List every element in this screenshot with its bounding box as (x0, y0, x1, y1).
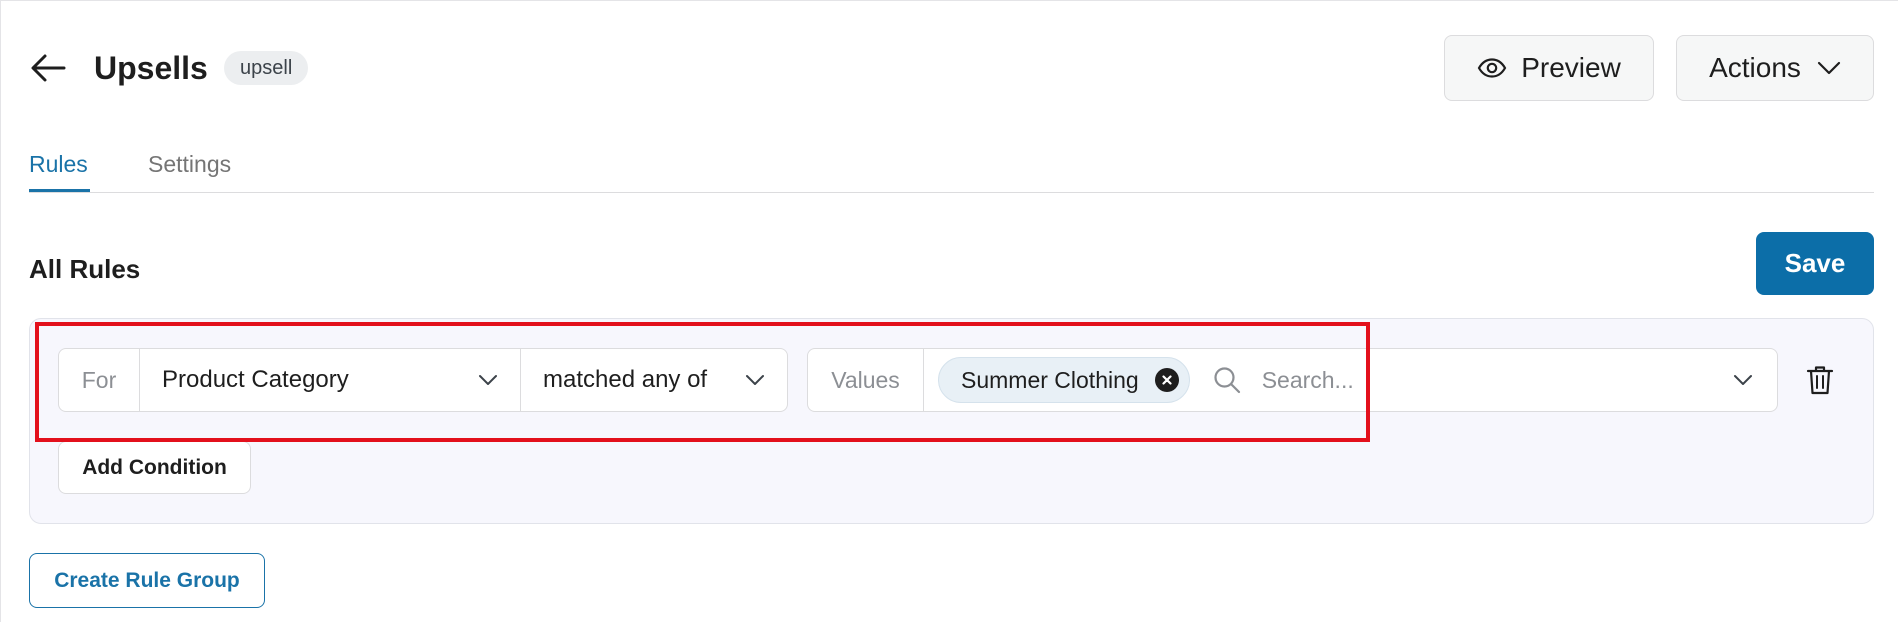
section-title: All Rules (29, 254, 141, 284)
chevron-down-icon (746, 375, 764, 385)
search-icon (1212, 365, 1242, 395)
close-circle-icon[interactable] (1154, 368, 1179, 392)
chevron-down-icon (479, 375, 497, 385)
preview-button[interactable]: Preview (1444, 35, 1654, 101)
actions-dropdown[interactable]: Actions (1676, 35, 1874, 101)
create-rule-group-button[interactable]: Create Rule Group (29, 553, 265, 608)
condition-for-label: For (59, 349, 140, 411)
value-chip-label: Summer Clothing (961, 366, 1139, 393)
condition-operator-value: matched any of (543, 366, 708, 393)
condition-operator-select[interactable]: matched any of (521, 349, 787, 411)
top-border (0, 0, 1898, 1)
left-border (0, 0, 1, 622)
chevron-down-icon (1817, 61, 1841, 75)
chevron-down-icon[interactable] (1731, 368, 1755, 392)
add-condition-button[interactable]: Add Condition (58, 441, 251, 494)
delete-condition-button[interactable] (1804, 362, 1836, 398)
tab-settings[interactable]: Settings (148, 148, 231, 180)
value-chip: Summer Clothing (938, 357, 1190, 403)
condition-field-select[interactable]: Product Category (140, 349, 521, 411)
arrow-left-icon (31, 54, 66, 82)
values-search-input[interactable] (1259, 365, 1684, 395)
tab-rules[interactable]: Rules (29, 148, 88, 180)
preview-label: Preview (1521, 52, 1621, 83)
back-button[interactable] (28, 48, 68, 88)
page-title: Upsells (94, 50, 208, 86)
type-badge: upsell (224, 51, 309, 85)
save-button[interactable]: Save (1756, 232, 1874, 295)
condition-selector: For Product Category matched any of (58, 348, 788, 412)
trash-icon (1806, 366, 1834, 395)
condition-field-value: Product Category (162, 366, 349, 393)
tabs-divider (29, 192, 1874, 193)
values-multiselect[interactable]: Values Summer Clothing (807, 348, 1778, 412)
values-label: Values (808, 349, 924, 411)
actions-label: Actions (1709, 52, 1801, 83)
eye-icon (1477, 58, 1507, 78)
